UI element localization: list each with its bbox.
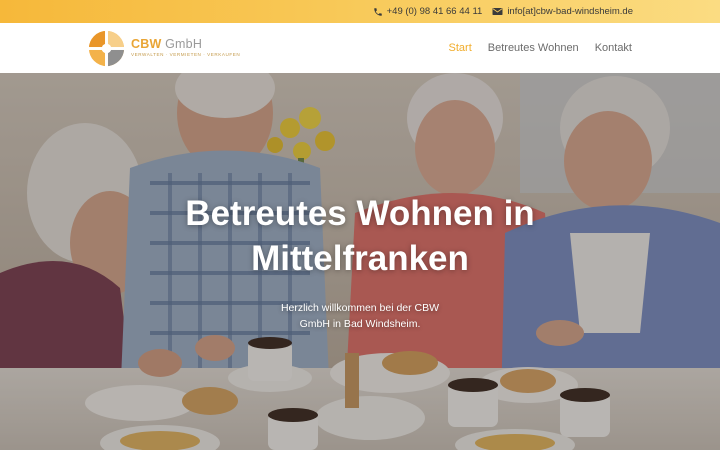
site-header: CBW GmbH VERWALTEN · VERMIETEN · VERKAUF… [0,23,720,73]
logo-name-rest: GmbH [161,36,203,51]
nav-item-start[interactable]: Start [449,42,472,54]
email-link[interactable]: info[at]cbw-bad-windsheim.de [492,6,633,17]
nav-item-betreutes-wohnen[interactable]: Betreutes Wohnen [488,42,579,54]
email-address: info[at]cbw-bad-windsheim.de [507,6,633,17]
logo-text: CBW GmbH VERWALTEN · VERMIETEN · VERKAUF… [131,38,240,58]
hero-section: Betreutes Wohnen in Mittelfranken Herzli… [0,73,720,450]
hero-content: Betreutes Wohnen in Mittelfranken Herzli… [0,191,720,332]
envelope-icon [492,8,503,15]
cbw-logo-icon [88,29,125,67]
top-contact-bar: +49 (0) 98 41 66 44 11 info[at]cbw-bad-w… [0,0,720,23]
hero-title: Betreutes Wohnen in Mittelfranken [185,194,535,278]
logo-link[interactable]: CBW GmbH VERWALTEN · VERMIETEN · VERKAUF… [88,29,240,67]
phone-number: +49 (0) 98 41 66 44 11 [386,6,483,17]
logo-name: CBW GmbH [131,38,240,51]
phone-icon [373,7,382,16]
logo-tagline: VERWALTEN · VERMIETEN · VERKAUFEN [131,52,241,58]
hero-subtitle: Herzlich willkommen bei der CBW GmbH in … [280,302,440,330]
main-nav: Start Betreutes Wohnen Kontakt [449,42,632,54]
phone-link[interactable]: +49 (0) 98 41 66 44 11 [373,6,483,17]
nav-item-kontakt[interactable]: Kontakt [595,42,632,54]
logo-name-bold: CBW [131,36,162,51]
